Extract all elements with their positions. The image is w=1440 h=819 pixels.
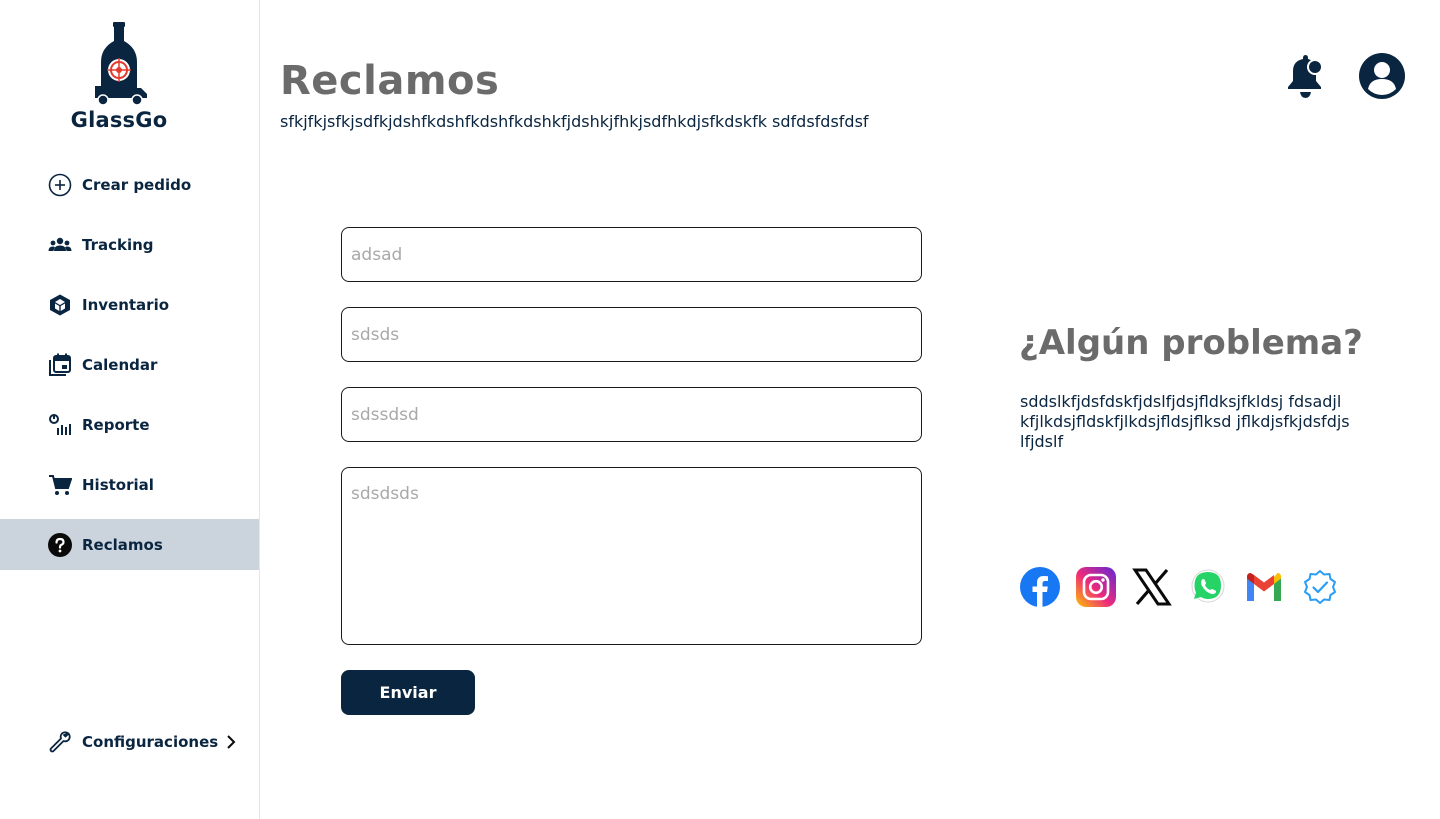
notification-bell-icon[interactable] <box>1284 54 1328 100</box>
sidebar-nav: Crear pedido Tracking Inventario Calenda… <box>0 159 259 579</box>
sidebar-item-label: Reclamos <box>82 535 163 554</box>
facebook-icon[interactable] <box>1020 567 1060 607</box>
sidebar: GlassGo Crear pedido Tracking Inventario… <box>0 0 260 819</box>
page-subtitle: sfkjfkjsfkjsdfkjdshfkdshfkdshfkdshkfjdsh… <box>280 112 869 131</box>
help-title: ¿Algún problema? <box>1019 323 1363 363</box>
brand-name: GlassGo <box>70 108 168 132</box>
report-icon <box>48 413 72 437</box>
sidebar-item-calendar[interactable]: Calendar <box>0 339 259 390</box>
chevron-right-icon <box>226 734 236 750</box>
sidebar-item-reclamos[interactable]: Reclamos <box>0 519 259 570</box>
sidebar-item-label: Configuraciones <box>82 733 219 751</box>
claim-field-1[interactable] <box>341 227 922 282</box>
question-icon <box>48 532 72 557</box>
claim-field-3[interactable] <box>341 387 922 442</box>
sidebar-item-label: Historial <box>82 475 154 494</box>
sidebar-item-crear-pedido[interactable]: Crear pedido <box>0 159 259 210</box>
bottle-truck-icon <box>95 22 147 106</box>
instagram-icon[interactable] <box>1076 567 1116 607</box>
plus-circle-icon <box>48 173 72 197</box>
sidebar-item-label: Reporte <box>82 415 150 434</box>
sidebar-item-tracking[interactable]: Tracking <box>0 219 259 270</box>
calendar-icon <box>48 353 72 377</box>
wrench-icon <box>48 730 72 754</box>
help-text: sddslkfjdsfdskfjdslfjdsjfldksjfkldsj fds… <box>1020 392 1350 451</box>
users-icon <box>48 233 72 257</box>
sidebar-item-label: Tracking <box>82 235 154 254</box>
cube-icon <box>48 293 72 317</box>
send-button[interactable]: Enviar <box>341 670 475 715</box>
verified-icon[interactable] <box>1300 567 1340 607</box>
whatsapp-icon[interactable] <box>1188 567 1228 607</box>
gmail-icon[interactable] <box>1244 567 1284 607</box>
social-links <box>1020 567 1356 607</box>
sidebar-item-label: Crear pedido <box>82 175 192 194</box>
user-avatar-icon[interactable] <box>1358 52 1406 100</box>
sidebar-item-label: Inventario <box>82 295 170 314</box>
claim-message-textarea[interactable] <box>341 467 922 645</box>
sidebar-item-label: Calendar <box>82 355 158 374</box>
x-icon[interactable] <box>1132 567 1172 607</box>
sidebar-item-historial[interactable]: Historial <box>0 459 259 510</box>
cart-icon <box>48 473 72 497</box>
sidebar-item-reporte[interactable]: Reporte <box>0 399 259 450</box>
brand-logo[interactable]: GlassGo <box>64 20 174 135</box>
sidebar-item-inventario[interactable]: Inventario <box>0 279 259 330</box>
claim-field-2[interactable] <box>341 307 922 362</box>
page-title: Reclamos <box>280 58 500 104</box>
sidebar-item-configuraciones[interactable]: Configuraciones <box>48 728 236 756</box>
